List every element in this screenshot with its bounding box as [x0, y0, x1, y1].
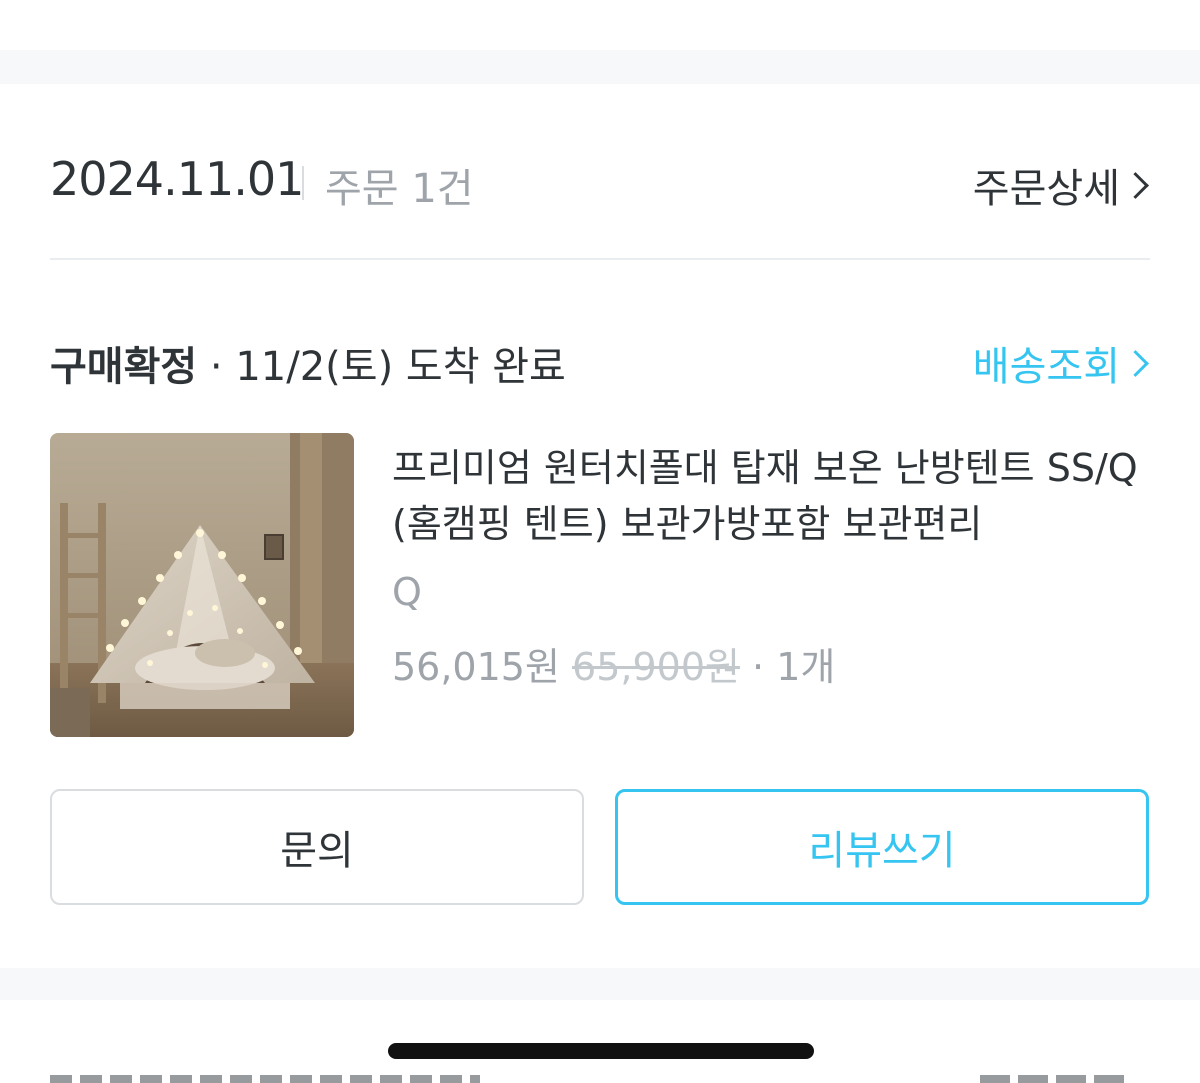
sale-price: 56,015원: [392, 645, 560, 689]
order-list-page: 2024.11.01 주문 1건 주문상세 구매확정 · 11/2(토) 도착 …: [0, 0, 1200, 1083]
section-separator: [0, 968, 1200, 1000]
product-option: Q: [392, 570, 422, 614]
home-indicator: [388, 1043, 814, 1059]
original-price: 65,900원: [572, 645, 740, 689]
price-line: 56,015원 65,900원 · 1개: [392, 636, 835, 691]
order-count: 주문 1건: [325, 166, 474, 212]
next-order-date-clipped: [50, 1075, 480, 1083]
inquiry-button[interactable]: 문의: [50, 789, 584, 905]
delivery-status: 구매확정 · 11/2(토) 도착 완료: [50, 334, 566, 392]
product-thumbnail[interactable]: [50, 433, 354, 737]
arrival-info: · 11/2(토) 도착 완료: [197, 344, 566, 390]
purchase-status: 구매확정: [50, 344, 198, 390]
divider-bar: [302, 166, 304, 200]
quantity: · 1개: [739, 645, 836, 689]
tracking-label: 배송조회: [972, 344, 1120, 390]
tracking-link[interactable]: 배송조회: [972, 334, 1149, 392]
order-date: 2024.11.01: [50, 152, 304, 206]
order-detail-label: 주문상세: [972, 166, 1120, 212]
divider: [50, 258, 1150, 260]
section-separator: [0, 50, 1200, 84]
product-name[interactable]: 프리미엄 원터치폴대 탑재 보온 난방텐트 SS/Q (홈캠핑 텐트) 보관가방…: [392, 440, 1162, 552]
write-review-button[interactable]: 리뷰쓰기: [615, 789, 1149, 905]
next-order-peek: [50, 1075, 1150, 1083]
next-order-detail-clipped: [980, 1075, 1130, 1083]
order-detail-link[interactable]: 주문상세: [972, 156, 1149, 214]
chevron-right-icon: [1122, 349, 1149, 377]
chevron-right-icon: [1122, 171, 1149, 199]
